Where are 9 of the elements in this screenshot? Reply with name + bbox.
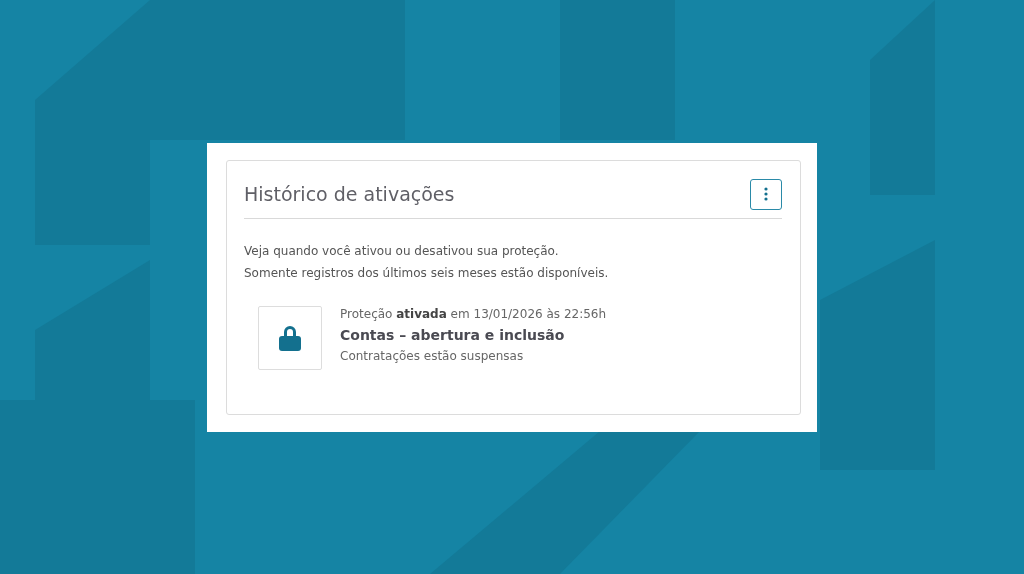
more-icon [764, 187, 768, 201]
entry-detail: Contratações estão suspensas [340, 348, 525, 363]
more-menu-button[interactable] [750, 178, 782, 210]
lock-icon [278, 323, 302, 352]
panel-title: Histórico de ativações [244, 183, 455, 205]
event-text: Proteção ativada em 13/01/2026 às 22:56h [340, 306, 607, 321]
description-text: Veja quando você ativou ou desativou sua proteção. [244, 242, 560, 260]
description-text: Somente registros dos últimos seis meses estão disponíveis. [244, 264, 610, 282]
entry-title: Contas – abertura e inclusão [340, 326, 566, 343]
